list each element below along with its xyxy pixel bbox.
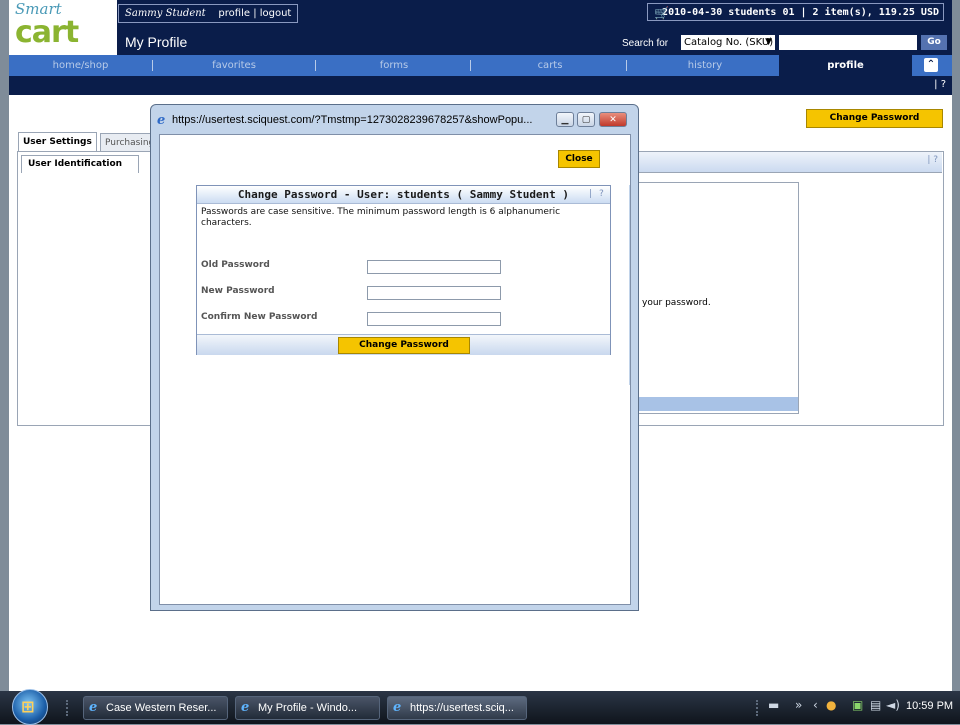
network-icon[interactable]: ▣ (852, 698, 863, 712)
form-title: Change Password - User: students ( Sammy… (197, 186, 610, 204)
password-rules: Passwords are case sensitive. The minimu… (201, 207, 561, 228)
old-password-label: Old Password (201, 260, 270, 270)
chevron-left-icon[interactable]: ‹ (813, 698, 818, 712)
nav-home-shop[interactable]: home/shop (9, 55, 152, 76)
new-password-label: New Password (201, 286, 275, 296)
sub-nav-bar: | ? (9, 76, 952, 95)
panel-help-text: ? (933, 155, 938, 165)
tray-grip (756, 700, 764, 716)
nav-separator (152, 60, 153, 71)
old-password-input[interactable] (367, 260, 501, 274)
change-password-form: Change Password - User: students ( Sammy… (196, 185, 611, 355)
site-header: Smart cart Sammy Student profile | logou… (9, 0, 952, 55)
change-password-button[interactable]: Change Password (806, 109, 943, 128)
shopping-cart-icon: 🛒 (654, 6, 669, 20)
popup-window: e https://usertest.sciquest.com/?Tmstmp=… (150, 104, 639, 611)
nav-separator (626, 60, 627, 71)
nav-carts[interactable]: carts (475, 55, 625, 76)
cart-summary[interactable]: 🛒 2010-04-30 students 01 | 2 item(s), 11… (647, 3, 944, 21)
popup-scroll-edge (629, 185, 630, 385)
confirm-password-input[interactable] (367, 312, 501, 326)
windows-taskbar: ⊞ e Case Western Reser... e My Profile -… (0, 689, 960, 725)
help-text: ? (940, 79, 946, 90)
internet-explorer-icon: e (393, 700, 402, 715)
popup-titlebar[interactable]: e https://usertest.sciquest.com/?Tmstmp=… (151, 105, 638, 134)
volume-icon[interactable]: ◄) (886, 698, 900, 712)
popup-content: Close Change Password - User: students (… (159, 134, 631, 605)
search-type-select[interactable]: Catalog No. (SKU) ▼ (681, 35, 775, 50)
info-box-footer (638, 397, 798, 411)
monitor-icon[interactable]: ▤ (870, 698, 881, 712)
form-title-text: Change Password - User: students ( Sammy… (237, 188, 570, 201)
taskbar-item-popup[interactable]: e https://usertest.sciq... (387, 696, 527, 720)
go-button[interactable]: Go (921, 35, 947, 50)
new-password-input[interactable] (367, 286, 501, 300)
nav-favorites[interactable]: favorites (159, 55, 309, 76)
nav-separator (470, 60, 471, 71)
subtab-user-identification[interactable]: User Identification (21, 155, 139, 173)
search-input[interactable] (779, 35, 917, 50)
nav-profile[interactable]: profile (779, 55, 912, 76)
form-footer: Change Password (197, 334, 610, 355)
nav-separator (315, 60, 316, 71)
start-button[interactable]: ⊞ (12, 689, 48, 725)
windows-logo-icon: ⊞ (21, 697, 35, 716)
close-button[interactable]: Close (558, 150, 600, 168)
chevron-down-icon: ▼ (765, 37, 772, 47)
system-clock[interactable]: 10:59 PM (906, 700, 953, 712)
search-type-value: Catalog No. (SKU) (684, 37, 774, 48)
browser-screen: Smart cart Sammy Student profile | logou… (9, 0, 952, 691)
nav-forms[interactable]: forms (319, 55, 469, 76)
logo-cart-text: cart (15, 15, 79, 50)
profile-logout-links[interactable]: profile | logout (218, 8, 291, 19)
nav-history[interactable]: history (631, 55, 779, 76)
collapse-icon[interactable]: ⌃ (924, 58, 938, 72)
form-help-text: ? (598, 189, 604, 199)
internet-explorer-icon: e (89, 700, 98, 715)
help-icon[interactable]: | ? (588, 186, 604, 203)
user-box: Sammy Student profile | logout (118, 4, 299, 23)
help-icon[interactable]: | ? (934, 79, 946, 90)
internet-explorer-icon: e (157, 113, 166, 128)
taskbar-item-label: https://usertest.sciq... (410, 702, 514, 714)
popup-url: https://usertest.sciquest.com/?Tmstmp=12… (172, 114, 533, 126)
search-label: Search for (622, 38, 669, 49)
taskbar-item-label: Case Western Reser... (106, 702, 217, 714)
tab-user-settings[interactable]: User Settings (18, 132, 97, 152)
taskbar-item-my-profile[interactable]: e My Profile - Windo... (235, 696, 380, 720)
submit-change-password-button[interactable]: Change Password (338, 337, 470, 354)
panel-header-bar: | ? (638, 152, 942, 173)
smartcart-logo[interactable]: Smart cart (9, 0, 117, 55)
taskbar-item-label: My Profile - Windo... (258, 702, 358, 714)
help-icon[interactable]: | ? (927, 155, 938, 165)
cart-summary-text: 2010-04-30 students 01 | 2 item(s), 119.… (662, 7, 939, 18)
taskbar-item-case-western[interactable]: e Case Western Reser... (83, 696, 228, 720)
taskbar-grip (66, 700, 74, 716)
minimize-button[interactable]: ▁ (556, 112, 574, 127)
page-title: My Profile (125, 34, 188, 50)
show-desktop-icon[interactable]: ▬ (768, 698, 779, 712)
tray-app-icon[interactable]: ● (826, 698, 836, 712)
close-window-button[interactable]: ✕ (599, 112, 627, 127)
password-info-text: your password. (642, 298, 711, 308)
main-nav: home/shop favorites forms carts history … (9, 55, 952, 76)
toolbar-expand-icon[interactable]: » (795, 698, 802, 712)
confirm-password-label: Confirm New Password (201, 312, 318, 322)
maximize-button[interactable]: ▢ (577, 112, 595, 127)
user-name: Sammy Student (125, 8, 206, 19)
internet-explorer-icon: e (241, 700, 250, 715)
